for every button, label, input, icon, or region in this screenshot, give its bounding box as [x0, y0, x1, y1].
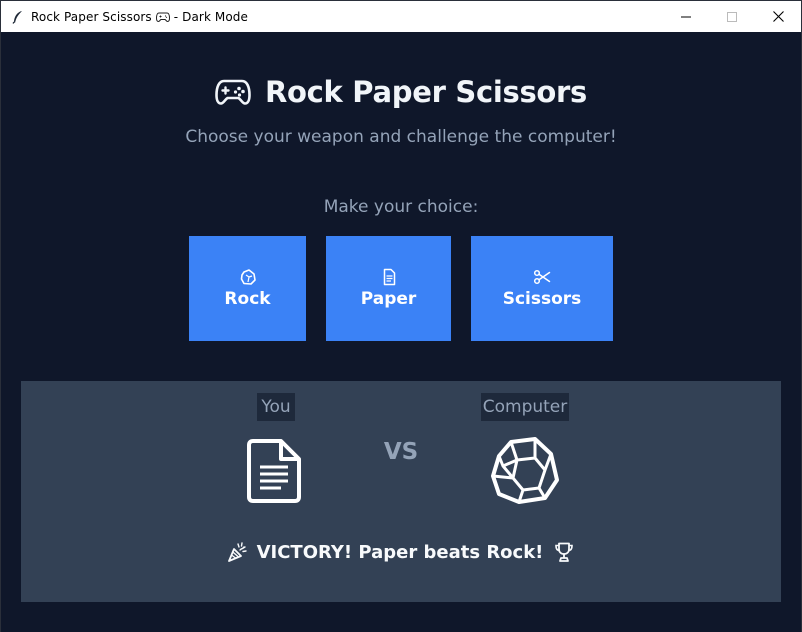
paper-icon [247, 439, 301, 503]
window-controls [663, 1, 801, 32]
gamepad-icon [215, 79, 251, 105]
page-subtitle: Choose your weapon and challenge the com… [185, 127, 617, 147]
rock-button-label: Rock [224, 289, 271, 309]
vs-label: VS [383, 439, 419, 465]
window-title-text: Rock Paper Scissors [31, 9, 152, 24]
rock-icon [491, 437, 559, 504]
page-heading: Rock Paper Scissors [1, 72, 801, 112]
app-content: Rock Paper Scissors Choose your weapon a… [1, 32, 801, 632]
party-popper-icon [227, 542, 247, 562]
result-text: VICTORY! Paper beats Rock! [256, 541, 544, 563]
scissors-icon [533, 269, 551, 285]
trophy-icon [555, 542, 574, 562]
computer-label: Computer [481, 393, 569, 421]
title-bar[interactable]: Rock Paper Scissors - Dark Mode [1, 1, 801, 32]
minimize-icon [681, 16, 691, 17]
rock-icon [240, 269, 256, 285]
maximize-icon [727, 11, 737, 22]
paper-button[interactable]: Paper [326, 236, 451, 341]
app-window: Rock Paper Scissors - Dark Mode Rock Pap… [0, 0, 802, 632]
window-title: Rock Paper Scissors - Dark Mode [31, 10, 248, 24]
you-label: You [257, 393, 295, 421]
choice-prompt: Make your choice: [323, 197, 479, 217]
close-icon [772, 11, 784, 22]
window-title-suffix: - Dark Mode [173, 9, 249, 24]
maximize-button[interactable] [709, 1, 755, 32]
close-button[interactable] [755, 1, 801, 32]
result-panel: You Computer VS VICTORY! Paper beats Roc… [21, 381, 781, 602]
result-message: VICTORY! Paper beats Rock! [21, 537, 781, 567]
scissors-button[interactable]: Scissors [471, 236, 613, 341]
paper-icon [383, 268, 395, 286]
minimize-button[interactable] [663, 1, 709, 32]
rock-button[interactable]: Rock [189, 236, 306, 341]
page-title: Rock Paper Scissors [264, 75, 588, 109]
paper-button-label: Paper [360, 289, 417, 309]
scissors-button-label: Scissors [502, 289, 582, 309]
feather-icon [11, 10, 25, 24]
gamepad-icon [155, 11, 170, 23]
